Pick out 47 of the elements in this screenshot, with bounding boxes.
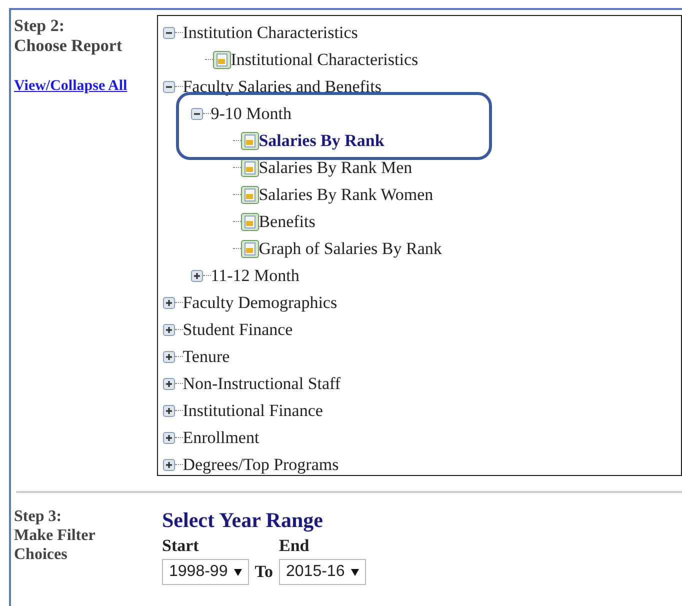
step-heading: Choose Report <box>14 36 124 56</box>
tree-report-item[interactable]: Salaries By Rank Men <box>258 154 412 180</box>
tree-folder[interactable]: Faculty Demographics <box>182 290 338 316</box>
dropdown-arrow-icon <box>234 568 242 576</box>
tree-folder[interactable]: 11-12 Month <box>210 262 300 288</box>
tree-folder[interactable]: Institution Characteristics <box>182 20 358 46</box>
tree-folder[interactable]: Student Finance <box>182 316 293 342</box>
expand-icon[interactable] <box>162 296 175 308</box>
field-label: End <box>279 535 310 557</box>
start-select[interactable]: 1998-99 <box>162 559 249 585</box>
tree-folder[interactable]: 9-10 Month <box>210 100 292 126</box>
tree-folder[interactable]: Faculty Salaries and Benefits <box>182 74 382 100</box>
tree-report-item[interactable]: Benefits <box>258 208 316 234</box>
dropdown-arrow-icon <box>350 568 359 576</box>
report-icon <box>240 212 259 230</box>
expand-icon[interactable] <box>162 458 175 470</box>
report-icon <box>240 158 259 176</box>
tree-folder[interactable]: Enrollment <box>182 424 260 450</box>
expand-icon[interactable] <box>162 350 175 362</box>
tree-folder[interactable]: Non-Instructional Staff <box>182 370 341 396</box>
tree-report-item[interactable]: Salaries By Rank <box>258 128 384 154</box>
step-heading: Make Filter Choices <box>14 526 96 564</box>
report-icon <box>240 186 259 204</box>
section-title: Select Year Range <box>162 507 324 533</box>
expand-icon[interactable] <box>162 432 175 444</box>
report-icon <box>240 132 259 150</box>
collapse-icon[interactable] <box>162 26 175 38</box>
expand-icon[interactable] <box>162 378 175 390</box>
to-label: To <box>254 561 273 583</box>
tree-folder[interactable]: Institutional Finance <box>182 398 323 424</box>
expand-icon[interactable] <box>162 404 175 416</box>
step-heading: Step 3: <box>14 507 63 526</box>
collapse-icon[interactable] <box>162 80 175 92</box>
end-select[interactable]: 2015-16 <box>279 559 366 585</box>
collapse-icon[interactable] <box>190 108 203 120</box>
tree-report-item[interactable]: Graph of Salaries By Rank <box>258 236 442 262</box>
report-icon <box>240 240 259 258</box>
report-icon <box>212 50 231 68</box>
step-heading: Step 2: <box>14 16 66 36</box>
tree-report-item[interactable]: Institutional Characteristics <box>230 46 418 72</box>
expand-icon[interactable] <box>190 270 203 282</box>
tree-report-item[interactable]: Salaries By Rank Women <box>258 182 434 208</box>
tree-folder[interactable]: Tenure <box>182 344 230 370</box>
field-label: Start <box>162 535 200 557</box>
tree-folder[interactable]: Degrees/Top Programs <box>182 452 339 478</box>
expand-icon[interactable] <box>162 324 175 336</box>
view-collapse-link[interactable]: View/Collapse All <box>14 75 128 98</box>
